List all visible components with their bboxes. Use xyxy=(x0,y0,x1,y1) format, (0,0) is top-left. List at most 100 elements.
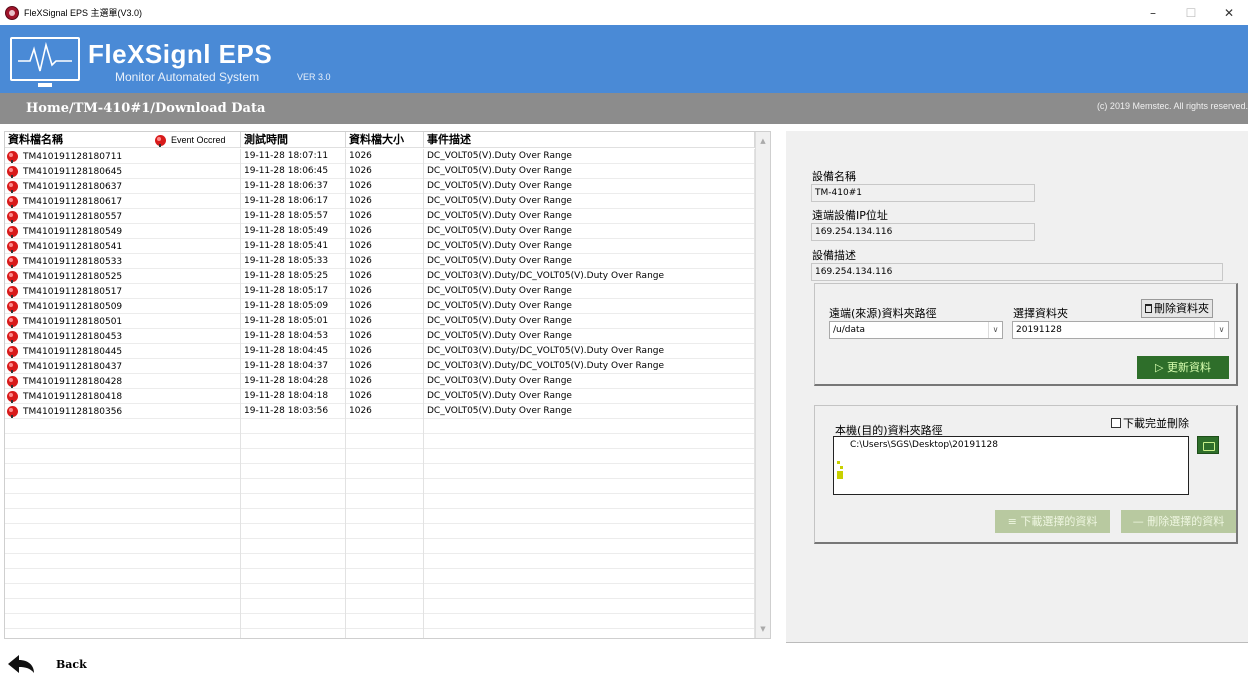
table-row[interactable] xyxy=(5,434,755,449)
table-row[interactable] xyxy=(5,584,755,599)
file-name-text: TM410191128180501 xyxy=(23,316,123,327)
device-desc-field: 169.254.134.116 xyxy=(811,263,1223,281)
event-pin-icon xyxy=(7,256,18,268)
table-row[interactable] xyxy=(5,479,755,494)
table-row[interactable]: TM410191128180637 19-11-28 18:06:37 1026 DC… xyxy=(5,179,755,194)
device-name-field: TM-410#1 xyxy=(811,184,1035,202)
column-header-time[interactable]: 測試時間 xyxy=(241,132,346,148)
file-name-text: TM410191128180637 xyxy=(23,181,123,192)
cell-test-time: 19-11-28 18:04:28 xyxy=(241,374,346,389)
table-row[interactable]: TM410191128180525 19-11-28 18:05:25 1026 DC… xyxy=(5,269,755,284)
cell-event-desc: DC_VOLT05(V).Duty Over Range xyxy=(424,164,755,179)
table-row[interactable] xyxy=(5,569,755,584)
table-row[interactable]: TM410191128180428 19-11-28 18:04:28 1026 DC… xyxy=(5,374,755,389)
maximize-button[interactable]: ☐ xyxy=(1172,0,1210,25)
folder-select[interactable]: 20191128 ∨ xyxy=(1012,321,1229,339)
minus-icon: — xyxy=(1132,515,1144,528)
table-row[interactable] xyxy=(5,464,755,479)
file-name-text: TM410191128180356 xyxy=(23,406,123,417)
table-row[interactable]: TM410191128180557 19-11-28 18:05:57 1026 DC… xyxy=(5,209,755,224)
delete-after-download-checkbox[interactable]: 下載完並刪除 xyxy=(1111,415,1189,431)
table-row[interactable]: TM410191128180541 19-11-28 18:05:41 1026 DC… xyxy=(5,239,755,254)
data-file-table[interactable]: 資料檔名稱 Event Occred 測試時間 資料檔大小 事件描述 TM410… xyxy=(4,131,771,639)
cell-event-desc: DC_VOLT05(V).Duty Over Range xyxy=(424,224,755,239)
browse-folder-icon[interactable] xyxy=(1197,436,1219,454)
table-row[interactable] xyxy=(5,494,755,509)
table-row[interactable] xyxy=(5,539,755,554)
table-row[interactable]: TM410191128180509 19-11-28 18:05:09 1026 DC… xyxy=(5,299,755,314)
event-legend: Event Occred xyxy=(155,132,226,148)
event-pin-icon xyxy=(7,271,18,283)
cell-test-time: 19-11-28 18:03:56 xyxy=(241,404,346,419)
cell-event-desc xyxy=(424,629,755,638)
table-row[interactable] xyxy=(5,554,755,569)
cell-event-desc: DC_VOLT05(V).Duty Over Range xyxy=(424,389,755,404)
scroll-down-icon[interactable]: ▼ xyxy=(756,622,770,636)
cell-event-desc xyxy=(424,614,755,629)
delete-folder-button[interactable]: 刪除資料夾 xyxy=(1141,299,1213,318)
table-header: 資料檔名稱 Event Occred 測試時間 資料檔大小 事件描述 xyxy=(5,132,755,148)
table-row[interactable]: TM410191128180501 19-11-28 18:05:01 1026 DC… xyxy=(5,314,755,329)
device-desc-label: 設備描述 xyxy=(812,249,856,262)
file-name-text: TM410191128180557 xyxy=(23,211,123,222)
cell-file-size xyxy=(346,614,424,629)
cell-file-size xyxy=(346,464,424,479)
scroll-up-icon[interactable]: ▲ xyxy=(756,134,770,148)
file-name-text: TM410191128180617 xyxy=(23,196,123,207)
cell-file-size: 1026 xyxy=(346,314,424,329)
cell-file-name xyxy=(5,539,241,554)
cell-test-time xyxy=(241,434,346,449)
table-scrollbar[interactable]: ▲ ▼ xyxy=(755,132,770,638)
chevron-down-icon[interactable]: ∨ xyxy=(1214,322,1228,338)
cell-test-time xyxy=(241,509,346,524)
remote-path-select[interactable]: /u/data ∨ xyxy=(829,321,1003,339)
delete-selected-button[interactable]: — 刪除選擇的資料 xyxy=(1121,510,1236,533)
table-row[interactable]: TM410191128180517 19-11-28 18:05:17 1026 DC… xyxy=(5,284,755,299)
local-folder-group: 本機(目的)資料夾路徑 下載完並刪除 C:\Users\SGS\Desktop\… xyxy=(814,405,1238,544)
table-row[interactable]: TM410191128180453 19-11-28 18:04:53 1026 DC… xyxy=(5,329,755,344)
table-row[interactable] xyxy=(5,509,755,524)
table-row[interactable]: TM410191128180356 19-11-28 18:03:56 1026 DC… xyxy=(5,404,755,419)
device-panel: 設備名稱 TM-410#1 遠端設備IP位址 169.254.134.116 設… xyxy=(786,131,1248,643)
cell-event-desc xyxy=(424,554,755,569)
table-row[interactable]: TM410191128180445 19-11-28 18:04:45 1026 DC… xyxy=(5,344,755,359)
table-row[interactable]: TM410191128180711 19-11-28 18:07:11 1026 DC… xyxy=(5,149,755,164)
column-header-name[interactable]: 資料檔名稱 Event Occred xyxy=(5,132,241,148)
cell-file-name: TM410191128180617 xyxy=(5,194,241,209)
column-header-desc[interactable]: 事件描述 xyxy=(424,132,755,148)
cell-file-name: TM410191128180557 xyxy=(5,209,241,224)
checkbox-icon[interactable] xyxy=(1111,418,1121,428)
refresh-data-button[interactable]: ▷ 更新資料 xyxy=(1137,356,1229,379)
table-row[interactable]: TM410191128180617 19-11-28 18:06:17 1026 DC… xyxy=(5,194,755,209)
cell-file-name: TM410191128180453 xyxy=(5,329,241,344)
chevron-down-icon[interactable]: ∨ xyxy=(988,322,1002,338)
cell-file-size: 1026 xyxy=(346,164,424,179)
table-row[interactable]: TM410191128180645 19-11-28 18:06:45 1026 DC… xyxy=(5,164,755,179)
minimize-button[interactable]: – xyxy=(1134,0,1172,25)
delete-selected-label: 刪除選擇的資料 xyxy=(1147,515,1225,528)
back-button[interactable]: Back xyxy=(6,654,87,674)
local-path-input[interactable]: C:\Users\SGS\Desktop\20191128 xyxy=(833,436,1189,495)
table-row[interactable] xyxy=(5,614,755,629)
cell-file-name: TM410191128180517 xyxy=(5,284,241,299)
table-row[interactable] xyxy=(5,524,755,539)
cell-test-time: 19-11-28 18:07:11 xyxy=(241,149,346,164)
table-row[interactable]: TM410191128180533 19-11-28 18:05:33 1026 DC… xyxy=(5,254,755,269)
file-name-text: TM410191128180418 xyxy=(23,391,123,402)
table-row[interactable] xyxy=(5,419,755,434)
table-row[interactable]: TM410191128180418 19-11-28 18:04:18 1026 DC… xyxy=(5,389,755,404)
column-header-size[interactable]: 資料檔大小 xyxy=(346,132,424,148)
cell-file-size: 1026 xyxy=(346,329,424,344)
table-row[interactable]: TM410191128180549 19-11-28 18:05:49 1026 DC… xyxy=(5,224,755,239)
table-row[interactable] xyxy=(5,449,755,464)
table-row[interactable] xyxy=(5,599,755,614)
download-selected-button[interactable]: ≡ 下載選擇的資料 xyxy=(995,510,1110,533)
cell-test-time xyxy=(241,599,346,614)
table-row[interactable] xyxy=(5,629,755,638)
event-pin-icon xyxy=(7,226,18,238)
table-row[interactable]: TM410191128180437 19-11-28 18:04:37 1026 DC… xyxy=(5,359,755,374)
cell-test-time xyxy=(241,539,346,554)
close-button[interactable]: ✕ xyxy=(1210,0,1248,25)
cell-event-desc: DC_VOLT05(V).Duty Over Range xyxy=(424,209,755,224)
cell-file-size: 1026 xyxy=(346,284,424,299)
